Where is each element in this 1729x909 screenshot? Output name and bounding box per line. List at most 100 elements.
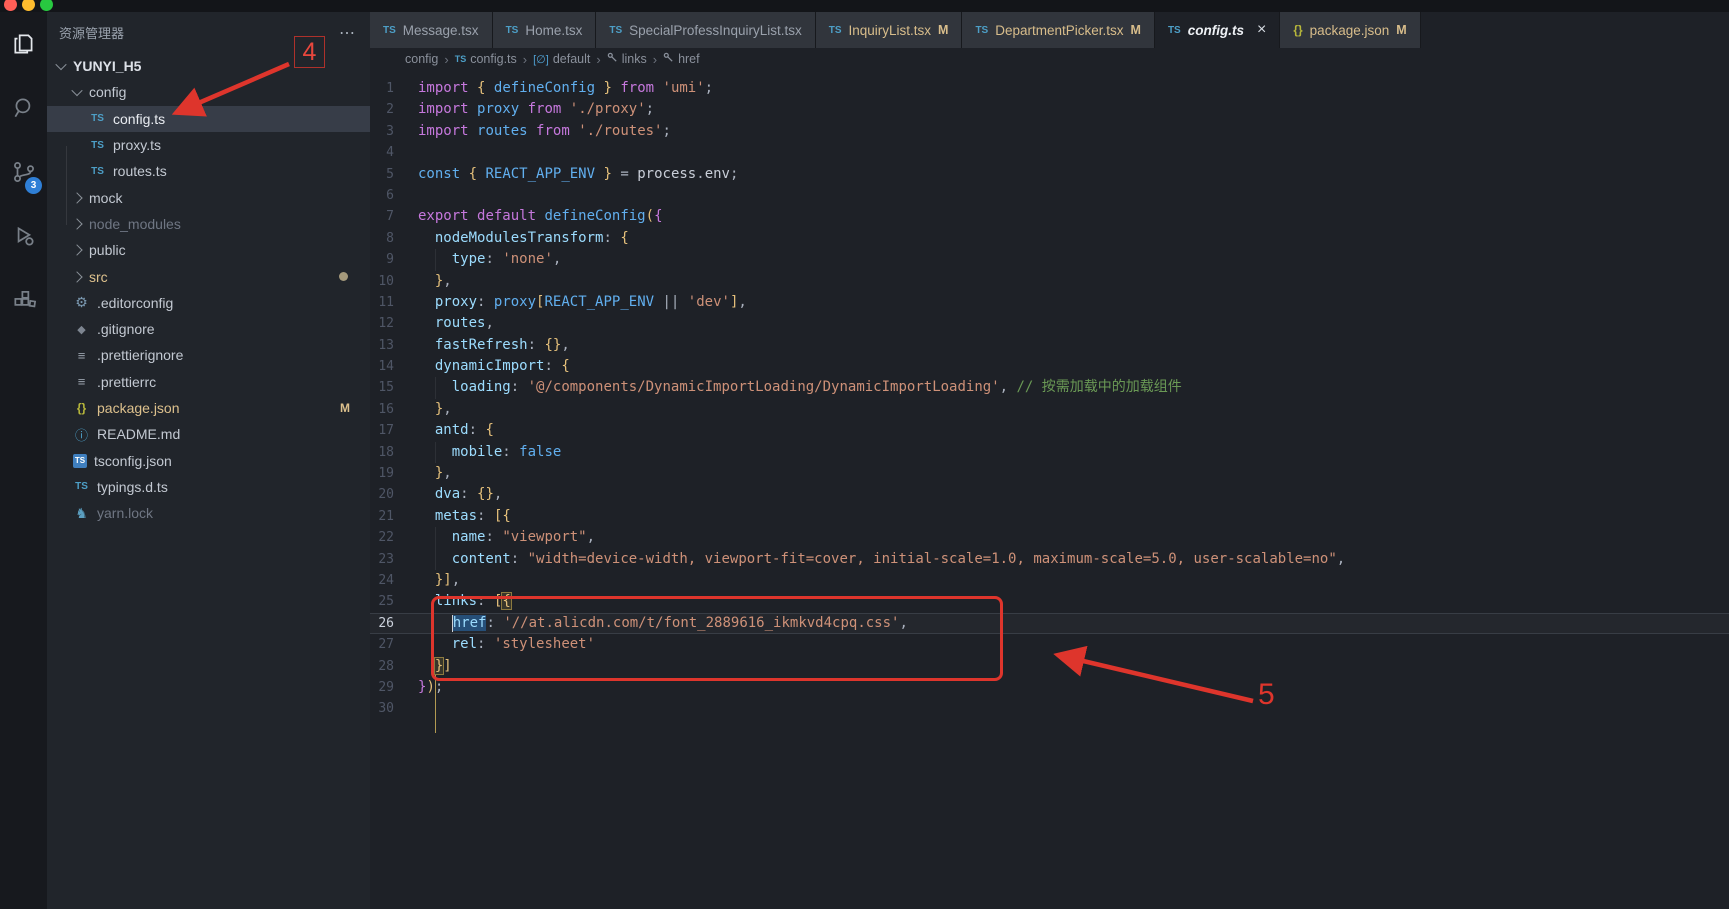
code-text: fastRefresh: {}, [434,336,570,353]
code-line[interactable]: 4 [370,142,1729,163]
sidebar-item-package.json[interactable]: {} package.json M [47,395,370,421]
ts-icon: TS [975,24,989,36]
line-number: 27 [378,637,394,653]
code-line[interactable]: 9 type: 'none', [370,249,1729,271]
tab-config.ts[interactable]: TS config.ts × [1154,12,1281,48]
tab-inquirylist.tsx[interactable]: TS InquiryList.tsx M [815,12,963,48]
code-line[interactable]: 21 metas: [{ [370,506,1729,527]
breadcrumb-item-href[interactable]: href [663,52,700,66]
code-text: const { REACT_APP_ENV } = process.env; [418,165,739,182]
code-line[interactable]: 24 }], [370,570,1729,591]
breadcrumb-item-config.ts[interactable]: TS config.ts [455,52,517,66]
code-line[interactable]: 5 const { REACT_APP_ENV } = process.env; [370,164,1729,185]
code-line[interactable]: 26 href: '//at.alicdn.com/t/font_2889616… [370,612,1729,635]
breadcrumb-item-config[interactable]: config [405,52,438,66]
breadcrumb-label: config.ts [470,52,517,66]
code-line[interactable]: 29}); [370,677,1729,698]
code-line[interactable]: 12 routes, [370,313,1729,334]
ts-icon: TS [609,24,623,36]
indent-guide [434,249,436,271]
breadcrumb-item-links[interactable]: links [607,52,647,66]
sidebar-item-readme.md[interactable]: ⓘ README.md [47,421,370,447]
tab-package.json[interactable]: {} package.json M [1280,12,1421,48]
sidebar-item-public[interactable]: public [47,237,370,263]
sidebar-item-.gitignore[interactable]: ◆ .gitignore [47,316,370,342]
sidebar-item-.editorconfig[interactable]: ⚙ .editorconfig [47,290,370,316]
line-number: 17 [378,423,394,439]
code-line[interactable]: 3 import routes from './routes'; [370,121,1729,142]
maximize-window-button[interactable] [40,0,53,11]
file-label: YUNYI_H5 [73,58,142,75]
explorer-icon[interactable] [0,12,47,76]
code-editor[interactable]: 1 import { defineConfig } from 'umi'; 2 imp… [370,70,1729,909]
code-line[interactable]: 25 links: [{ [370,591,1729,612]
sidebar-item-tsconfig.json[interactable]: TS tsconfig.json [47,447,370,473]
code-line[interactable]: 13 fastRefresh: {}, [370,335,1729,356]
tab-home.tsx[interactable]: TS Home.tsx [492,12,597,48]
activity-bar: 3 [0,12,47,909]
breadcrumb-item-default[interactable]: [∅] default [533,52,590,66]
sidebar-item-config[interactable]: config [47,79,370,105]
code-text: import proxy from './proxy'; [418,101,655,118]
line-number: 26 [378,615,394,631]
sidebar-item-proxy.ts[interactable]: TS proxy.ts [47,132,370,158]
sidebar-item-src[interactable]: src [47,263,370,289]
tab-specialprofessinquirylist.tsx[interactable]: TS SpecialProfessInquiryList.tsx [596,12,816,48]
code-line[interactable]: 16 }, [370,399,1729,420]
code-line[interactable]: 17 antd: { [370,420,1729,441]
code-text: content: "width=device-width, viewport-f… [451,550,1346,567]
breadcrumb-separator: › [596,51,601,67]
sidebar-item-routes.ts[interactable]: TS routes.ts [47,158,370,184]
sidebar-item-.prettierignore[interactable]: ≡ .prettierignore [47,342,370,368]
extensions-icon[interactable] [0,268,47,332]
code-line[interactable]: 27 rel: 'stylesheet' [370,634,1729,655]
tab-departmentpicker.tsx[interactable]: TS DepartmentPicker.tsx M [962,12,1155,48]
code-line[interactable]: 22 name: "viewport", [370,527,1729,549]
sidebar-item-yunyi_h5[interactable]: YUNYI_H5 [47,53,370,79]
code-text: import routes from './routes'; [418,122,671,139]
sidebar-item-.prettierrc[interactable]: ≡ .prettierrc [47,369,370,395]
ts-icon: TS [383,24,396,36]
close-window-button[interactable] [4,0,17,11]
code-line[interactable]: 6 [370,185,1729,206]
explorer-more-actions-icon[interactable]: ⋯ [339,23,356,43]
code-text: routes, [434,315,494,332]
code-line[interactable]: 23 content: "width=device-width, viewpor… [370,548,1729,570]
minimize-window-button[interactable] [22,0,35,11]
tab-message.tsx[interactable]: TS Message.tsx [370,12,493,48]
line-number: 11 [378,294,394,310]
code-text: type: 'none', [451,251,562,268]
code-line[interactable]: 18 mobile: false [370,441,1729,464]
code-line[interactable]: 30 [370,698,1729,719]
symbol-property-wrench-icon [607,52,618,66]
explorer-title: 资源管理器 [59,26,125,41]
code-line[interactable]: 14 dynamicImport: { [370,356,1729,377]
code-line[interactable]: 7 export default defineConfig({ [370,206,1729,227]
tab-label: config.ts [1187,22,1244,38]
breadcrumb-label: links [621,52,647,66]
code-line[interactable]: 1 import { defineConfig } from 'umi'; [370,78,1729,99]
search-icon[interactable] [0,76,47,140]
code-line[interactable]: 19 }, [370,463,1729,484]
code-line[interactable]: 8 nodeModulesTransform: { [370,228,1729,249]
sidebar-item-yarn.lock[interactable]: ♞ yarn.lock [47,500,370,526]
sidebar-item-config.ts[interactable]: TS config.ts [47,105,370,132]
code-text: }, [434,272,452,289]
code-line[interactable]: 2 import proxy from './proxy'; [370,99,1729,120]
code-line[interactable]: 10 }, [370,271,1729,292]
sidebar-item-mock[interactable]: mock [47,184,370,210]
source-control-icon[interactable]: 3 [0,140,47,204]
code-text: loading: '@/components/DynamicImportLoad… [451,379,1182,396]
close-tab-icon[interactable]: × [1257,21,1266,39]
indent-guide [434,548,436,570]
run-debug-icon[interactable] [0,204,47,268]
code-line[interactable]: 28 }] [370,656,1729,677]
sidebar-item-node_modules[interactable]: node_modules [47,211,370,237]
code-text: dynamicImport: { [434,358,570,375]
sidebar-item-typings.d.ts[interactable]: TS typings.d.ts [47,474,370,500]
code-line[interactable]: 15 loading: '@/components/DynamicImportL… [370,377,1729,399]
indent-guide [434,377,436,399]
code-line[interactable]: 11 proxy: proxy[REACT_APP_ENV || 'dev'], [370,292,1729,313]
code-line[interactable]: 20 dva: {}, [370,484,1729,505]
line-number: 19 [378,466,394,482]
